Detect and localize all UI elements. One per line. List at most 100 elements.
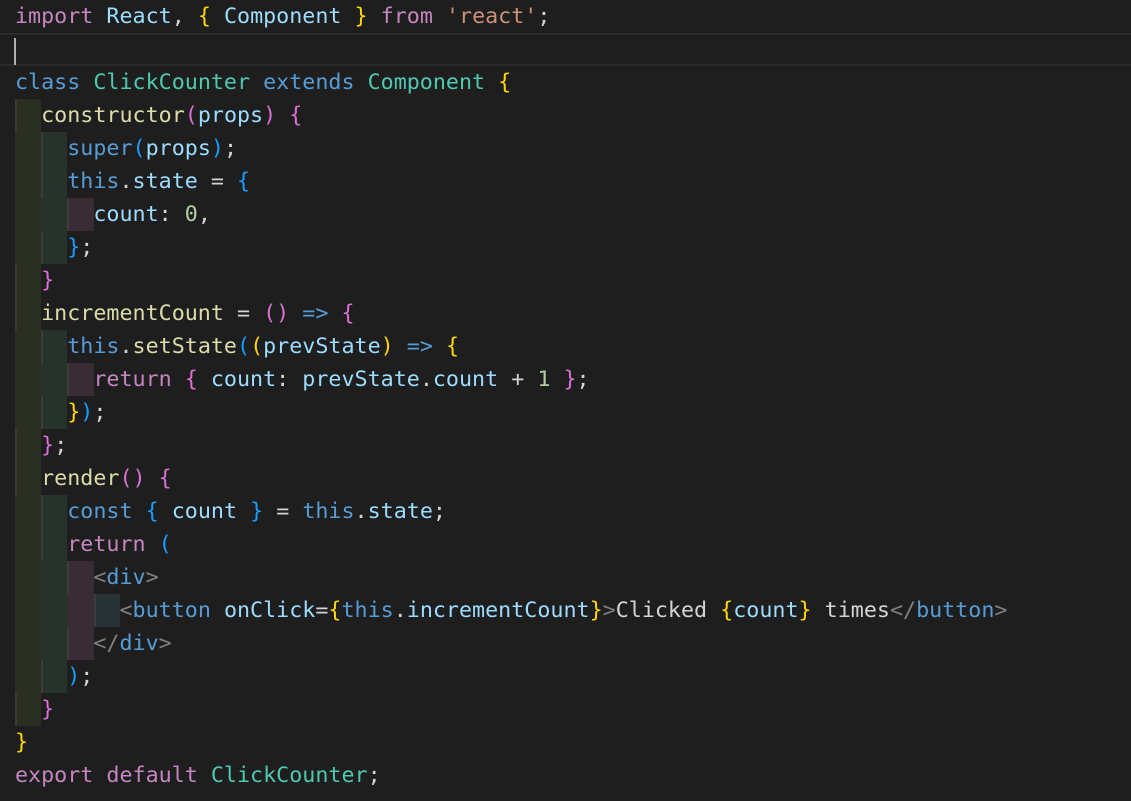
code-token: } <box>250 499 264 524</box>
code-token: ( <box>250 334 264 359</box>
code-editor[interactable]: import React, { Component } from 'react'… <box>0 0 1131 801</box>
code-token: Component <box>223 4 342 29</box>
code-token: default <box>106 763 198 788</box>
code-token: ; <box>537 4 551 29</box>
code-token: { <box>328 598 342 623</box>
code-token: super <box>67 136 133 161</box>
code-text: this.setState((prevState) => { <box>15 330 459 363</box>
code-token: ; <box>54 433 68 458</box>
code-line[interactable]: } <box>0 726 1131 759</box>
code-token: = <box>197 169 237 194</box>
code-token: ) <box>263 103 277 128</box>
code-token: constructor <box>41 103 185 128</box>
code-token: ; <box>432 499 446 524</box>
code-token: } <box>41 433 55 458</box>
code-token: } <box>798 598 812 623</box>
code-line[interactable]: constructor(props) { <box>0 99 1131 132</box>
code-line[interactable]: ); <box>0 660 1131 693</box>
code-line[interactable]: class ClickCounter extends Component { <box>0 66 1131 99</box>
code-token: ; <box>93 400 107 425</box>
code-token: { <box>445 334 460 359</box>
code-token: ( <box>237 334 251 359</box>
code-line[interactable]: }; <box>0 429 1131 462</box>
code-token: ( <box>184 103 198 128</box>
code-text: <div> <box>15 561 158 594</box>
code-token: 0 <box>184 202 198 227</box>
code-token: count <box>171 499 238 524</box>
code-line[interactable]: render() { <box>0 462 1131 495</box>
code-line[interactable]: export default ClickCounter; <box>0 759 1131 792</box>
code-line[interactable]: }); <box>0 396 1131 429</box>
code-token: ) <box>67 664 81 689</box>
code-line[interactable]: return ( <box>0 528 1131 561</box>
code-text: class ClickCounter extends Component { <box>15 66 511 99</box>
code-line[interactable]: return { count: prevState.count + 1 }; <box>0 363 1131 396</box>
code-line[interactable]: incrementCount = () => { <box>0 297 1131 330</box>
code-line[interactable]: </div> <box>0 627 1131 660</box>
code-line[interactable]: import React, { Component } from 'react'… <box>0 0 1131 33</box>
code-line[interactable]: } <box>0 693 1131 726</box>
code-token: > <box>158 631 172 656</box>
code-line[interactable]: <button onClick={this.incrementCount}>Cl… <box>0 594 1131 627</box>
code-token: => <box>406 334 433 359</box>
code-text: this.state = { <box>15 165 250 198</box>
code-text: const { count } = this.state; <box>15 495 446 528</box>
code-text: count: 0, <box>15 198 211 231</box>
code-token: . <box>354 499 368 524</box>
code-text: constructor(props) { <box>15 99 302 132</box>
code-line[interactable]: }; <box>0 231 1131 264</box>
code-line[interactable]: <div> <box>0 561 1131 594</box>
code-line[interactable]: count: 0, <box>0 198 1131 231</box>
code-token: => <box>302 301 329 326</box>
code-token: ( <box>132 136 146 161</box>
code-token: 'react' <box>445 4 538 29</box>
code-token: count <box>432 367 499 392</box>
code-text: super(props); <box>15 132 237 165</box>
code-token: { <box>237 169 251 194</box>
code-token: onClick <box>223 598 316 623</box>
code-line[interactable] <box>0 33 1131 66</box>
code-token: count <box>93 202 159 227</box>
code-text: ); <box>15 660 93 693</box>
code-token: { <box>145 499 159 524</box>
code-token: , <box>171 4 198 29</box>
code-token: { <box>720 598 734 623</box>
code-line[interactable]: this.setState((prevState) => { <box>0 330 1131 363</box>
code-token: ( <box>158 532 172 557</box>
code-token: ) <box>210 136 224 161</box>
code-line[interactable]: const { count } = this.state; <box>0 495 1131 528</box>
code-token: = <box>315 598 329 623</box>
code-line[interactable]: super(props); <box>0 132 1131 165</box>
code-token: . <box>119 334 133 359</box>
code-token: div <box>119 631 159 656</box>
code-token: { <box>197 4 211 29</box>
code-token: ClickCounter <box>93 70 251 95</box>
code-line[interactable]: this.state = { <box>0 165 1131 198</box>
code-line[interactable]: } <box>0 264 1131 297</box>
